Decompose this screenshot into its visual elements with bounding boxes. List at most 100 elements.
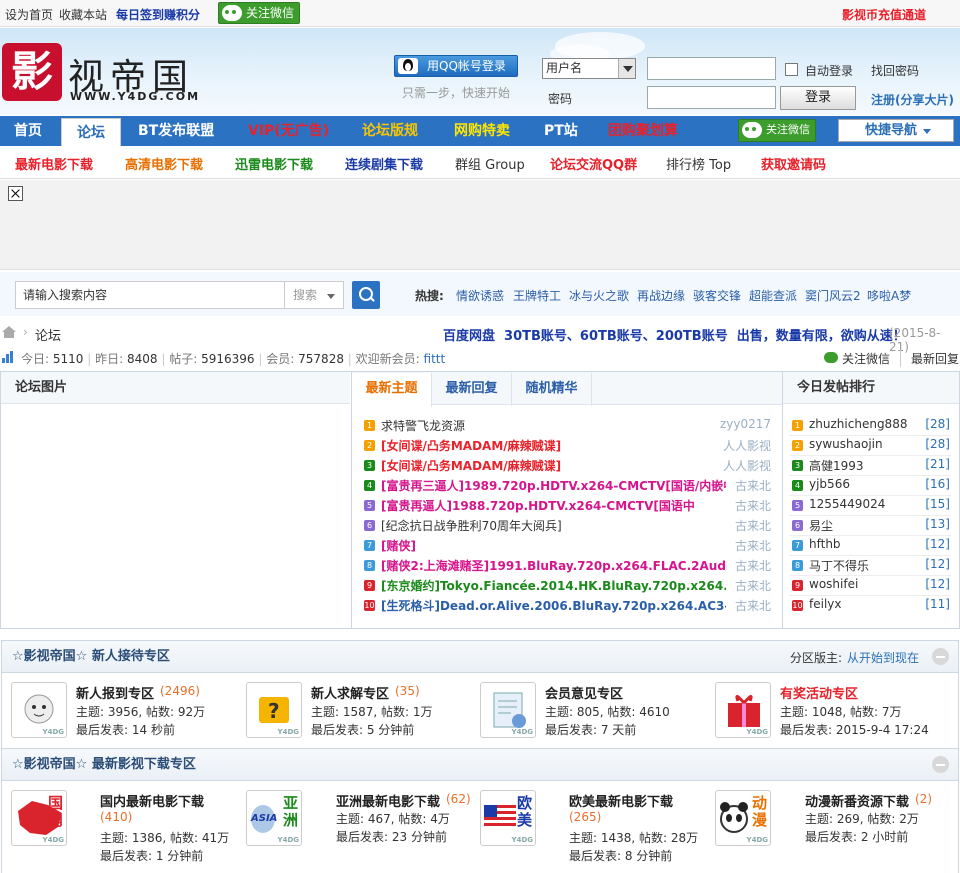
hot-search-item[interactable]: 冰与火之歌 (569, 287, 629, 304)
nav-home[interactable]: 首页 (14, 116, 42, 146)
ranking-user-link[interactable]: yjb566 (809, 477, 850, 491)
panda-icon[interactable]: 动 漫 Y4DG (715, 790, 771, 846)
follow-wechat-button[interactable]: 关注微信 (218, 2, 301, 24)
qq-login-button[interactable]: 用QQ帐号登录 (394, 55, 518, 77)
recover-password-link[interactable]: 找回密码 (871, 62, 919, 79)
latest-reply-link[interactable]: 最新回复 (900, 350, 959, 367)
forum-title-link[interactable]: 新人报到专区 (76, 683, 154, 702)
hot-search-item[interactable]: 超能查派 (749, 287, 797, 304)
forum-title-link[interactable]: 有奖活动专区 (780, 683, 858, 702)
forum-last-post[interactable]: 最后发表: 7 天前 (545, 721, 636, 738)
topic-author-link[interactable]: zyy0217 (720, 417, 771, 431)
topic-author-link[interactable]: 古来北 (735, 597, 771, 614)
newbie-report-icon[interactable]: Y4DG (11, 682, 67, 738)
subnav-hd-movies[interactable]: 高清电影下载 (125, 154, 203, 173)
forum-last-post[interactable]: 最后发表: 1 分钟前 (100, 847, 203, 864)
login-type-select[interactable]: 用户名 (542, 58, 636, 79)
ranking-user-link[interactable]: sywushaojin (809, 437, 883, 451)
search-scope-select[interactable]: 搜索 (284, 281, 344, 309)
nav-forum-rules[interactable]: 论坛版规 (362, 116, 418, 146)
forum-last-post[interactable]: 最后发表: 23 分钟前 (336, 828, 447, 845)
topic-author-link[interactable]: 人人影视 (723, 437, 771, 454)
us-flag-map-icon[interactable]: 欧 美 Y4DG (480, 790, 536, 846)
search-input[interactable]: 请输入搜索内容 (15, 281, 285, 309)
quick-nav-dropdown[interactable]: 快捷导航 (838, 119, 954, 142)
forum-last-post[interactable]: 最后发表: 2 小时前 (805, 828, 908, 845)
hot-search-item[interactable]: 骇客交锋 (693, 287, 741, 304)
bookmark-link[interactable]: 收藏本站 (59, 6, 107, 23)
topic-author-link[interactable]: 古来北 (735, 577, 771, 594)
topic-title-link[interactable]: [东京婚约]Tokyo.Fiancée.2014.HK.BluRay.720p.… (381, 577, 726, 593)
gift-icon[interactable]: Y4DG (715, 682, 771, 738)
topic-title-link[interactable]: [生死格斗]Dead.or.Alive.2006.BluRay.720p.x26… (381, 597, 726, 613)
topic-title-link[interactable]: [富贵再三逼人]1989.720p.HDTV.x264-CMCTV[国语/内嵌中 (381, 477, 726, 493)
register-link[interactable]: 注册(分享大片) (871, 91, 954, 108)
topic-title-link[interactable]: 求特警飞龙资源 (381, 417, 726, 433)
forum-last-post[interactable]: 最后发表: 14 秒前 (76, 721, 175, 738)
subnav-ranking[interactable]: 排行榜 Top (666, 154, 731, 173)
topic-title-link[interactable]: [富贵再逼人]1988.720p.HDTV.x264-CMCTV[国语中 (381, 497, 726, 513)
forum-last-post[interactable]: 最后发表: 8 分钟前 (569, 847, 672, 864)
set-homepage-link[interactable]: 设为首页 (5, 6, 53, 23)
nav-pt[interactable]: PT站 (544, 116, 578, 146)
nav-forum[interactable]: 论坛 (61, 118, 121, 148)
nav-shopping[interactable]: 网购特卖 (454, 116, 510, 146)
topic-title-link[interactable]: [女间谍/凸务MADAM/麻辣贼谍] (381, 437, 726, 453)
help-question-icon[interactable]: ? Y4DG (246, 682, 302, 738)
tab-latest-topics[interactable]: 最新主题 (352, 373, 432, 407)
subnav-thunder-movies[interactable]: 迅雷电影下载 (235, 154, 313, 173)
forum-title-link[interactable]: 欧美最新电影下载 (569, 791, 673, 810)
topic-title-link[interactable]: [赌侠] (381, 537, 726, 553)
hot-search-item[interactable]: 哆啦A梦 (867, 287, 911, 304)
section-title[interactable]: ☆影视帝国☆ 新人接待专区 (12, 649, 170, 664)
forum-last-post[interactable]: 最后发表: 5 分钟前 (311, 721, 414, 738)
ranking-user-link[interactable]: 易尘 (809, 517, 833, 534)
subnav-group[interactable]: 群组 Group (455, 154, 525, 173)
ranking-user-link[interactable]: 1255449024 (809, 497, 885, 511)
section-moderator-link[interactable]: 从开始到现在 (847, 649, 919, 666)
topic-title-link[interactable]: [女间谍/凸务MADAM/麻辣贼谍] (381, 457, 726, 473)
forum-title-link[interactable]: 动漫新番资源下载 (805, 791, 909, 810)
feedback-note-icon[interactable]: Y4DG (480, 682, 536, 738)
nav-follow-wechat-button[interactable]: 关注微信 (738, 119, 816, 142)
subnav-qq-group[interactable]: 论坛交流QQ群 (550, 154, 637, 173)
breadcrumb-forum[interactable]: 论坛 (35, 325, 61, 344)
hot-search-item[interactable]: 情欲诱惑 (456, 287, 504, 304)
recharge-link[interactable]: 影视币充值通道 (842, 6, 926, 23)
forum-title-link[interactable]: 会员意见专区 (545, 683, 623, 702)
checkin-link[interactable]: 每日签到赚积分 (116, 6, 200, 23)
tab-latest-replies[interactable]: 最新回复 (432, 373, 512, 406)
topic-author-link[interactable]: 人人影视 (723, 457, 771, 474)
stats-follow-wechat-link[interactable]: 关注微信 (842, 350, 890, 367)
tab-random-digest[interactable]: 随机精华 (512, 373, 592, 406)
ranking-user-link[interactable]: 马丁不得乐 (809, 557, 869, 574)
nav-vip[interactable]: VIP(无广告) (248, 116, 329, 146)
ranking-user-link[interactable]: 高健1993 (809, 457, 864, 474)
ranking-user-link[interactable]: hfthb (809, 537, 841, 551)
forum-last-post[interactable]: 最后发表: 2015-9-4 17:24 (780, 721, 929, 738)
forum-title-link[interactable]: 新人求解专区 (311, 683, 389, 702)
nav-group-buy[interactable]: 团购聚划算 (608, 116, 678, 146)
hot-search-item[interactable]: 王牌特工 (513, 287, 561, 304)
logo-mark[interactable]: 影 (2, 43, 62, 101)
subnav-series[interactable]: 连续剧集下载 (345, 154, 423, 173)
ranking-user-link[interactable]: feilyx (809, 597, 841, 611)
topic-author-link[interactable]: 古来北 (735, 497, 771, 514)
subnav-invite-code[interactable]: 获取邀请码 (761, 154, 826, 173)
username-input[interactable] (647, 57, 776, 80)
hot-search-item[interactable]: 窦门风云2 (805, 287, 861, 304)
collapse-icon[interactable] (932, 648, 949, 665)
home-icon[interactable] (2, 326, 16, 338)
topic-author-link[interactable]: 古来北 (735, 557, 771, 574)
topic-author-link[interactable]: 古来北 (735, 477, 771, 494)
collapse-icon[interactable] (932, 756, 949, 773)
forum-title-link[interactable]: 亚洲最新电影下载 (336, 791, 440, 810)
new-member-link[interactable]: fittt (424, 352, 446, 366)
hot-search-item[interactable]: 再战边缘 (637, 287, 685, 304)
ranking-user-link[interactable]: woshifei (809, 577, 858, 591)
auto-login-checkbox[interactable] (785, 63, 798, 76)
password-input[interactable] (647, 86, 776, 109)
forum-title-link[interactable]: 国内最新电影下载 (100, 791, 204, 810)
subnav-latest-movies[interactable]: 最新电影下载 (15, 154, 93, 173)
section-title[interactable]: ☆影视帝国☆ 最新影视下载专区 (12, 757, 196, 772)
